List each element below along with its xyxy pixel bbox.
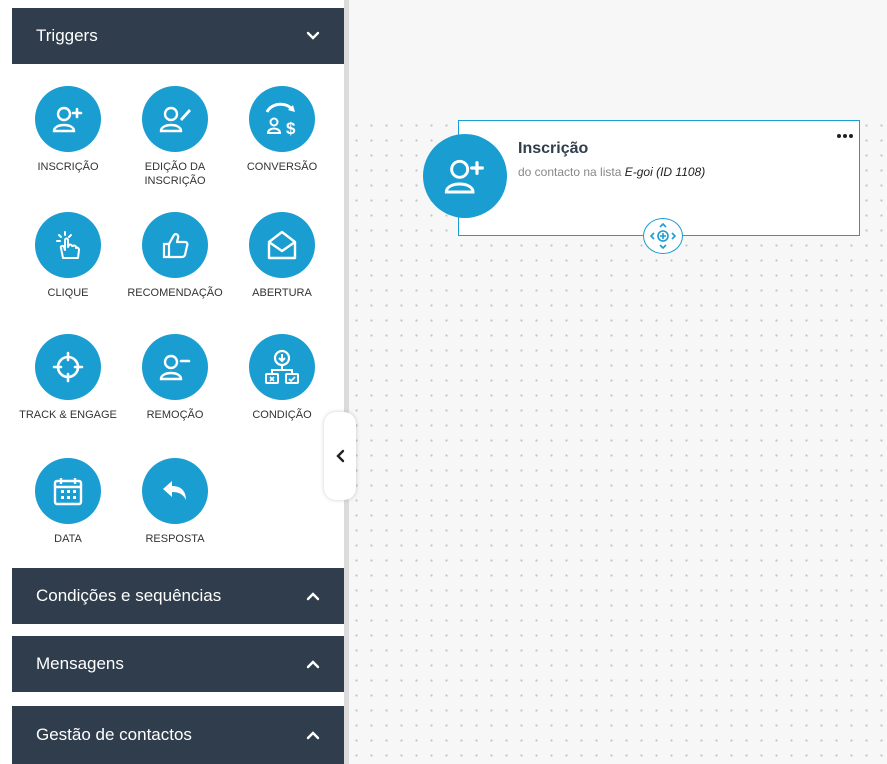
panel-header-gestao-de-contactos[interactable]: Gestão de contactos (12, 706, 344, 764)
move-handle-icon[interactable] (643, 218, 683, 254)
trigger-label: CONDIÇÃO (252, 409, 312, 421)
trigger-label: TRACK & ENGAGE (19, 409, 117, 421)
trigger-label: RECOMENDAÇÃO (127, 287, 223, 299)
trigger-label: REMOÇÃO (146, 409, 204, 421)
sidebar: Triggers INSCRIÇÃO EDIÇÃO DA INSCRIÇÃO $… (0, 0, 344, 764)
panel-title-gestao: Gestão de contactos (36, 725, 192, 744)
trigger-inscricao[interactable]: INSCRIÇÃO (16, 86, 120, 174)
chevron-left-icon (336, 449, 345, 463)
node-title: Inscrição (518, 140, 589, 157)
panel-title-mensagens: Mensagens (36, 654, 124, 673)
trigger-track-engage[interactable]: TRACK & ENGAGE (16, 334, 120, 422)
canvas-header-area (349, 0, 887, 118)
node-description: do contacto na lista E-goi (ID 1108) (518, 165, 705, 179)
node-description-text: do contacto na lista (518, 165, 625, 179)
user-add-icon (35, 86, 101, 152)
trigger-condicao[interactable]: CONDIÇÃO (230, 334, 334, 422)
reply-icon (142, 458, 208, 524)
trigger-recomendacao[interactable]: RECOMENDAÇÃO (123, 212, 227, 300)
condition-icon (249, 334, 315, 400)
trigger-resposta[interactable]: RESPOSTA (123, 458, 227, 546)
crosshair-icon (35, 334, 101, 400)
trigger-label: CLIQUE (47, 287, 89, 299)
more-options-icon[interactable] (834, 130, 856, 142)
user-edit-icon (142, 86, 208, 152)
trigger-label: CONVERSÃO (246, 161, 318, 173)
trigger-label: INSCRIÇÃO (37, 161, 99, 173)
panel-header-triggers[interactable]: Triggers (12, 8, 344, 64)
chevron-up-icon (306, 589, 320, 603)
panel-header-condicoes-e-sequencias[interactable]: Condições e sequências (12, 568, 344, 624)
panel-title-triggers: Triggers (36, 26, 98, 45)
node-list-name: E-goi (ID 1108) (624, 165, 706, 179)
chevron-down-icon (306, 29, 320, 43)
thumbs-up-icon (142, 212, 208, 278)
trigger-label: RESPOSTA (145, 533, 205, 545)
user-remove-icon (142, 334, 208, 400)
conversion-icon: $ (249, 86, 315, 152)
calendar-icon (35, 458, 101, 524)
collapse-sidebar-button[interactable] (324, 412, 356, 500)
click-icon (35, 212, 101, 278)
chevron-up-icon (306, 657, 320, 671)
panel-header-mensagens[interactable]: Mensagens (12, 636, 344, 692)
trigger-clique[interactable]: CLIQUE (16, 212, 120, 300)
trigger-conversao[interactable]: $ CONVERSÃO (230, 86, 334, 174)
trigger-edicao-da-inscricao[interactable]: EDIÇÃO DA INSCRIÇÃO (123, 86, 227, 188)
envelope-open-icon (249, 212, 315, 278)
trigger-data[interactable]: DATA (16, 458, 120, 546)
trigger-label: ABERTURA (252, 287, 312, 299)
panel-title-condicoes: Condições e sequências (36, 586, 222, 605)
trigger-abertura[interactable]: ABERTURA (230, 212, 334, 300)
trigger-remocao[interactable]: REMOÇÃO (123, 334, 227, 422)
svg-text:$: $ (286, 119, 296, 136)
user-add-icon[interactable] (423, 134, 507, 218)
trigger-label: EDIÇÃO DA INSCRIÇÃO (144, 161, 206, 187)
trigger-label: DATA (54, 533, 82, 545)
chevron-up-icon (306, 728, 320, 742)
